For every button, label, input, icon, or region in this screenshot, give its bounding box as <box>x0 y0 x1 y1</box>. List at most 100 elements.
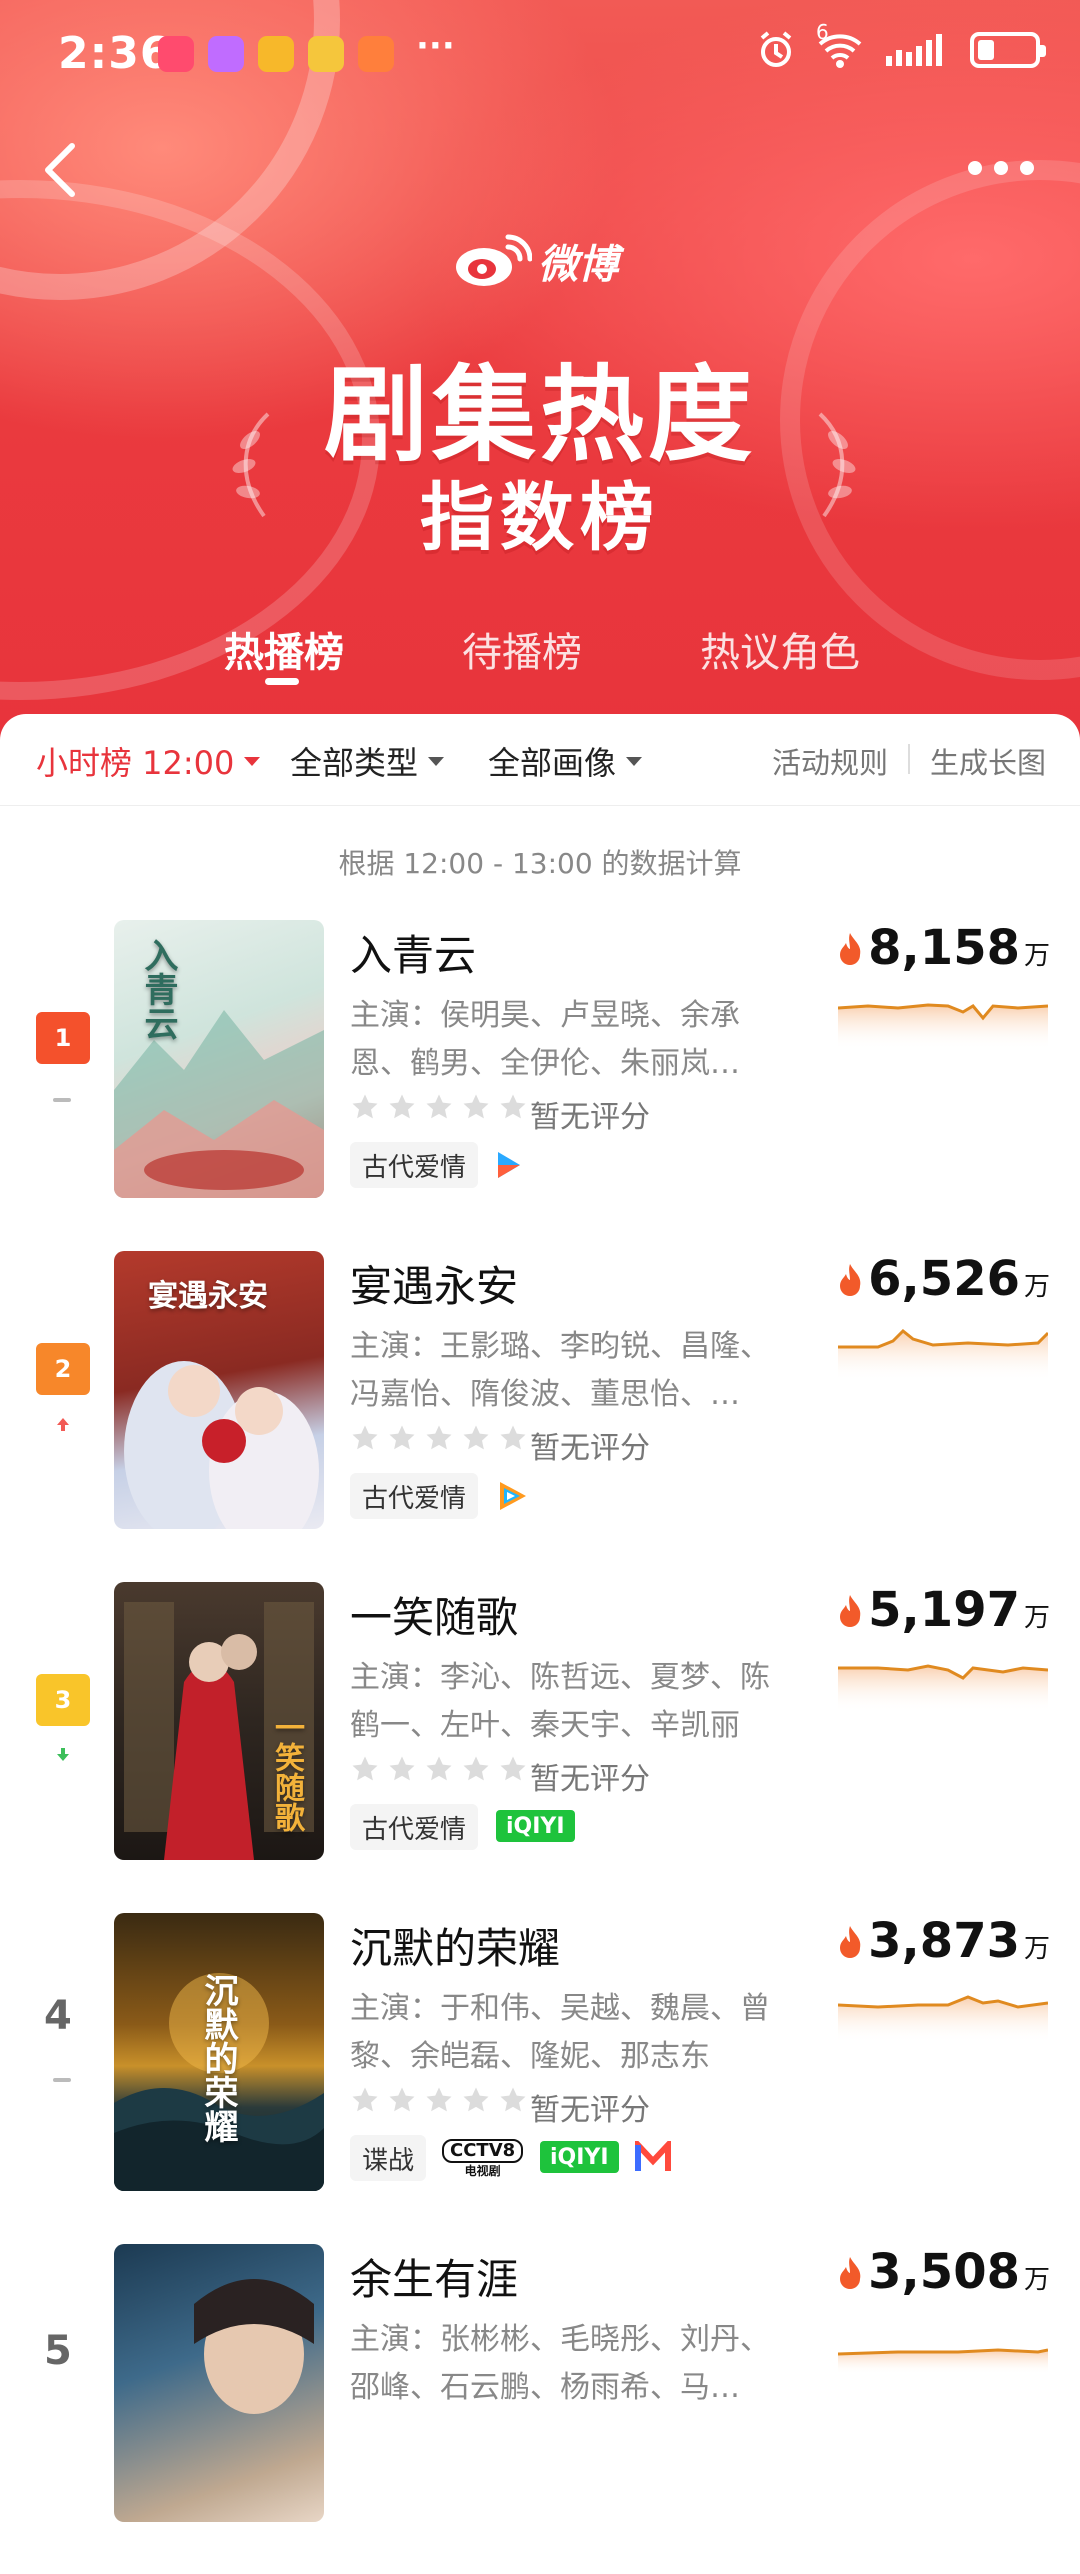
rank-number: 4 <box>44 1993 72 2039</box>
more-notifications-icon: ··· <box>416 26 455 66</box>
star-empty-icon <box>426 1094 452 1119</box>
generate-long-image-link[interactable]: 生成长图 <box>930 740 1046 782</box>
poster-image[interactable]: 宴遇永安 <box>114 1251 324 1529</box>
rank-badge: 2 <box>36 1343 90 1395</box>
cast-text: 主演：张彬彬、毛晓彤、刘丹、 邵峰、石云鹏、杨雨希、马… <box>350 2322 770 2405</box>
star-empty-icon <box>352 2087 378 2112</box>
time-filter-dropdown[interactable]: 小时榜 12:00 <box>36 738 261 784</box>
heat-trend-sparkline <box>838 1328 1048 1381</box>
status-bar: 2:36 ··· 6 <box>0 0 1080 110</box>
poster-image[interactable]: 一笑随歌 <box>114 1582 324 1860</box>
tab-hot-roles[interactable]: 热议角色 <box>700 620 860 678</box>
rules-link[interactable]: 活动规则 <box>772 740 888 782</box>
trend-up-icon <box>57 1418 69 1431</box>
star-empty-icon <box>463 1425 489 1450</box>
chevron-down-icon <box>626 756 643 766</box>
divider <box>908 744 910 774</box>
cast-text: 主演：李沁、陈哲远、夏梦、陈 鹤一、左叶、秦天宇、辛凯丽 <box>350 1660 770 1743</box>
tab-upcoming[interactable]: 待播榜 <box>462 620 582 678</box>
genre-tag: 古代爱情 <box>350 1142 479 1188</box>
weibo-notification-icon <box>258 36 294 72</box>
cast-text: 主演：侯明昊、卢昱晓、余承 恩、鹤男、全伊伦、朱丽岚… <box>350 998 740 1081</box>
genre-tag: 古代爱情 <box>350 1804 479 1850</box>
poster-image[interactable]: 沉默的荣耀 <box>114 1913 324 2191</box>
star-rating <box>350 2085 528 2115</box>
calculation-note: 根据 12:00 - 13:00 的数据计算 <box>338 847 742 880</box>
drama-title[interactable]: 入青云 <box>350 922 476 983</box>
back-icon[interactable] <box>38 140 82 200</box>
list-item[interactable]: 1 入青云 入青云 主演：侯明昊、卢昱晓、余承 恩、鹤男、全伊伦、朱丽岚… 暂无评… <box>0 920 1080 1250</box>
active-tab-indicator <box>265 678 299 685</box>
page-subtitle: 指数榜 <box>420 475 660 561</box>
heat-value: 8,158 <box>868 920 1020 976</box>
tab-hot-airing[interactable]: 热播榜 <box>224 620 344 678</box>
star-empty-icon <box>389 2087 415 2112</box>
rank-badge: 1 <box>36 1012 90 1064</box>
wifi-icon: 6 <box>816 20 864 70</box>
star-empty-icon <box>352 1094 378 1119</box>
filter-bar: 小时榜 12:00 全部类型 全部画像 活动规则 生成长图 <box>0 714 1080 806</box>
alarm-icon <box>760 31 792 67</box>
poster-image[interactable]: 入青云 <box>114 920 324 1198</box>
image-filter-dropdown[interactable]: 全部画像 <box>488 738 643 784</box>
logo-text: 微博 <box>538 242 618 288</box>
flame-icon <box>840 1595 861 1627</box>
app-notification-icon <box>308 36 344 72</box>
tencent-video-icon <box>500 1482 526 1510</box>
star-empty-icon <box>352 1756 378 1781</box>
heat-score: 8,158 万 <box>836 920 1050 976</box>
star-empty-icon <box>463 1756 489 1781</box>
heat-score: 3,508 万 <box>836 2244 1050 2300</box>
laurel-right-icon <box>818 412 856 518</box>
heat-value: 5,197 <box>868 1582 1020 1638</box>
drama-title[interactable]: 沉默的荣耀 <box>350 1915 560 1976</box>
app-notification-icon <box>358 36 394 72</box>
list-item[interactable]: 5 余生有涯 主演：张彬彬、毛晓彤、刘丹、 邵峰、石云鹏、杨雨希、马… 3,508… <box>0 2244 1080 2574</box>
mango-tv-icon <box>635 2141 671 2171</box>
heat-value: 3,508 <box>868 2244 1020 2300</box>
chevron-down-icon <box>244 756 261 766</box>
star-empty-icon <box>500 2087 526 2112</box>
heat-trend-sparkline <box>838 1664 1048 1712</box>
trend-flat-icon <box>53 1098 71 1102</box>
star-empty-icon <box>426 2087 452 2112</box>
star-empty-icon <box>500 1756 526 1781</box>
cast-text: 主演：王影璐、李昀锐、昌隆、 冯嘉怡、隋俊波、董思怡、… <box>350 1329 770 1412</box>
weibo-logo: 微博 <box>452 232 618 290</box>
heat-trend-sparkline <box>838 1003 1048 1050</box>
list-item[interactable]: 2 宴遇永安 宴遇永安 主演：王影璐、李昀锐、昌隆、 冯嘉怡、隋俊波、董思怡、… … <box>0 1251 1080 1581</box>
list-item[interactable]: 4 沉默的荣耀 沉默的荣耀 主演：于和伟、吴越、魏晨、曾 黎、余皑磊、隆妮、那志东… <box>0 1913 1080 2243</box>
app-notification-icon <box>158 36 194 72</box>
heat-value: 6,526 <box>868 1251 1020 1307</box>
star-empty-icon <box>463 2087 489 2112</box>
battery-icon <box>970 32 1046 68</box>
heat-unit: 万 <box>1023 941 1050 971</box>
star-empty-icon <box>389 1094 415 1119</box>
star-empty-icon <box>426 1425 452 1450</box>
heat-trend-sparkline <box>838 2348 1048 2374</box>
more-options-icon[interactable] <box>968 148 1040 188</box>
drama-title[interactable]: 余生有涯 <box>350 2246 518 2307</box>
type-filter-dropdown[interactable]: 全部类型 <box>290 738 445 784</box>
genre-tag: 古代爱情 <box>350 1473 479 1519</box>
heat-unit: 万 <box>1023 1603 1050 1633</box>
star-empty-icon <box>389 1425 415 1450</box>
drama-title[interactable]: 宴遇永安 <box>350 1253 518 1314</box>
star-rating <box>350 1423 528 1453</box>
image-filter-label: 全部画像 <box>488 744 617 782</box>
iqiyi-logo: iQIYI <box>496 1810 575 1842</box>
rating-text: 暂无评分 <box>530 1431 650 1466</box>
drama-title[interactable]: 一笑随歌 <box>350 1584 518 1645</box>
list-item[interactable]: 3 一笑随歌 一笑随歌 主演：李沁、陈哲远、夏梦、陈 鹤一、左叶、秦天宇、辛凯丽 … <box>0 1582 1080 1912</box>
star-rating <box>350 1092 528 1122</box>
rating-text: 暂无评分 <box>530 1762 650 1797</box>
chevron-down-icon <box>428 756 445 766</box>
cast-text: 主演：于和伟、吴越、魏晨、曾 黎、余皑磊、隆妮、那志东 <box>350 1991 770 2074</box>
star-empty-icon <box>500 1425 526 1450</box>
signal-icon <box>886 34 942 66</box>
heat-score: 3,873 万 <box>836 1913 1050 1969</box>
iqiyi-logo: iQIYI <box>540 2141 619 2173</box>
poster-image[interactable] <box>114 2244 324 2522</box>
heat-unit: 万 <box>1023 1934 1050 1964</box>
star-rating <box>350 1754 528 1784</box>
